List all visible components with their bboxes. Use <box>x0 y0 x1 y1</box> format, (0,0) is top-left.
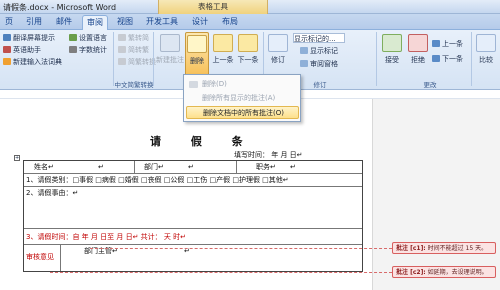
convert-icon <box>118 58 126 65</box>
language-icon <box>69 34 77 41</box>
track-changes-icon <box>268 34 288 52</box>
tab-review[interactable]: 审阅 <box>82 15 108 30</box>
reject-button[interactable]: 拒绝 <box>406 32 430 76</box>
group-separator <box>471 32 472 86</box>
previous-change-button[interactable]: 上一条 <box>432 39 463 49</box>
accept-icon <box>382 34 402 52</box>
menu-item-delete-all-in-document[interactable]: 删除文档中的所有批注(O) <box>186 106 299 119</box>
markup-margin <box>372 99 500 290</box>
translate-screentip-button[interactable]: 翻译屏幕提示 <box>3 33 55 43</box>
comment-balloon[interactable]: 批注 [c1]: 时间不能超过 15 天。 <box>392 242 496 254</box>
menu-item-delete[interactable]: 删除(D) <box>186 78 299 91</box>
menu-item-delete-all-shown[interactable]: 删除所有显示的批注(A) <box>186 92 299 105</box>
dept-head-value[interactable]: ↵ <box>184 245 190 257</box>
cell-border <box>60 245 61 271</box>
table-row: 2、请假事由：↵ <box>24 187 362 229</box>
cell-border <box>134 161 135 173</box>
table-tools-context-title: 表格工具 <box>158 0 268 14</box>
new-comment-icon <box>160 34 180 52</box>
show-markup-icon <box>300 47 308 54</box>
reject-icon <box>408 34 428 52</box>
chinese-conversion-button[interactable]: 简繁转换 <box>118 57 156 67</box>
delete-comment-menu: 删除(D) 删除所有显示的批注(A) 删除文档中的所有批注(O) <box>183 74 301 122</box>
new-ime-dictionary-button[interactable]: 新建输入法词典 <box>3 57 62 67</box>
tracking-group-label: 修订 <box>313 81 327 89</box>
chinese-group-label: 中文简繁转换 <box>114 81 154 89</box>
previous-comment-button[interactable]: 上一条 <box>211 32 235 76</box>
dictionary-icon <box>3 58 11 65</box>
leave-type-options[interactable]: 1、请假类别：□事假 □病假 □婚假 □丧假 □公假 □工伤 □产假 □护理假 … <box>26 174 289 186</box>
word-count-button[interactable]: 字数统计 <box>69 45 107 55</box>
tab-developer[interactable]: 开发工具 <box>142 15 182 30</box>
next-change-icon <box>432 55 440 62</box>
table-move-handle[interactable]: + <box>14 155 20 161</box>
tab-page-layout[interactable]: 页 <box>0 15 18 30</box>
set-language-button[interactable]: 设置语言 <box>69 33 107 43</box>
leave-form-table: 姓名↵ ↵ 部门↵ ↵ 职务↵ ↵ 1、请假类别：□事假 □病假 □婚假 □丧假… <box>23 160 363 272</box>
next-comment-icon <box>238 34 258 52</box>
next-change-button[interactable]: 下一条 <box>432 54 463 64</box>
document-title: 请 假 条 <box>150 135 256 148</box>
post-value[interactable]: ↵ <box>290 161 296 173</box>
accept-button[interactable]: 接受 <box>380 32 404 76</box>
tab-design[interactable]: 设计 <box>188 15 212 30</box>
previous-change-icon <box>432 40 440 47</box>
comment-connector <box>90 248 392 249</box>
dept-label: 部门↵ <box>144 163 164 171</box>
tab-references[interactable]: 引用 <box>22 15 46 30</box>
compare-button[interactable]: 比较 <box>474 32 498 76</box>
simplified-to-traditional-button[interactable]: 简转繁 <box>118 45 149 55</box>
english-assistant-button[interactable]: 英语助手 <box>3 45 41 55</box>
delete-comment-icon <box>187 35 207 53</box>
review-opinion-label: 审核意见 <box>26 253 54 261</box>
window-title: 请假条.docx - Microsoft Word <box>3 3 117 12</box>
table-row: 1、请假类别：□事假 □病假 □婚假 □丧假 □公假 □工伤 □产假 □护理假 … <box>24 174 362 187</box>
comment-tag: 批注 [c1]: <box>396 245 426 252</box>
assistant-icon <box>3 46 11 53</box>
convert-icon <box>118 34 126 41</box>
comment-tag: 批注 [c2]: <box>396 269 426 276</box>
group-separator <box>376 32 377 86</box>
convert-icon <box>118 46 126 53</box>
new-comment-button[interactable]: 新建批注 <box>156 32 184 76</box>
markup-display-select[interactable]: 显示标记的... <box>293 33 345 43</box>
tab-layout[interactable]: 布局 <box>218 15 242 30</box>
changes-group-label: 更改 <box>423 81 437 89</box>
delete-comment-button[interactable]: 删除 <box>185 32 209 76</box>
comment-text: 时间不能超过 15 天。 <box>427 245 488 252</box>
tab-view[interactable]: 视图 <box>113 15 137 30</box>
comment-connector <box>50 272 392 273</box>
comment-text: 如延期，去设理说明。 <box>427 269 488 276</box>
translate-icon <box>3 34 11 41</box>
group-separator <box>113 32 114 86</box>
review-pane-button[interactable]: 审阅窗格 <box>300 59 338 69</box>
next-comment-button[interactable]: 下一条 <box>236 32 260 76</box>
cell-border <box>236 161 237 173</box>
show-markup-button[interactable]: 显示标记 <box>300 46 338 56</box>
name-label: 姓名↵ <box>34 163 54 171</box>
title-bar: 请假条.docx - Microsoft Word 表格工具 <box>0 0 500 14</box>
leave-time[interactable]: 3、请假时间：自 年 月 日至 月 日↵ 共计： 天 时↵ <box>26 231 186 243</box>
name-value[interactable]: ↵ <box>98 161 104 173</box>
dept-value[interactable]: ↵ <box>188 161 194 173</box>
previous-comment-icon <box>213 34 233 52</box>
group-separator <box>153 32 154 86</box>
track-changes-button[interactable]: 修订 <box>266 32 290 76</box>
dept-head-label: 部门主管↵ <box>84 247 118 255</box>
compare-icon <box>476 34 496 52</box>
traditional-to-simplified-button[interactable]: 繁转简 <box>118 33 149 43</box>
table-row: 3、请假时间：自 年 月 日至 月 日↵ 共计： 天 时↵ <box>24 229 362 245</box>
comment-balloon[interactable]: 批注 [c2]: 如延期，去设理说明。 <box>392 266 496 278</box>
review-pane-icon <box>300 60 308 67</box>
delete-icon <box>189 81 198 88</box>
leave-reason[interactable]: 2、请假事由：↵ <box>26 187 78 199</box>
table-row: 姓名↵ ↵ 部门↵ ↵ 职务↵ ↵ <box>24 161 362 174</box>
tab-mailings[interactable]: 邮件 <box>52 15 76 30</box>
ribbon-tab-bar: 页 引用 邮件 审阅 视图 开发工具 设计 布局 <box>0 14 500 30</box>
fill-date-line: 填写时间： 年 月 日↵ <box>234 151 303 159</box>
post-label: 职务↵ <box>256 163 276 171</box>
word-count-icon <box>69 46 77 53</box>
